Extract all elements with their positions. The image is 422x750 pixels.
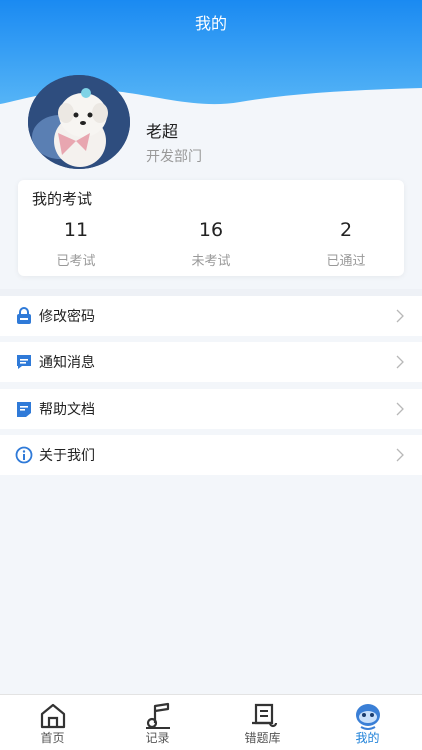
menu-item-change-password[interactable]: 修改密码: [0, 296, 422, 336]
tab-label: 首页: [40, 731, 65, 745]
stat-label: 已考试: [56, 254, 96, 269]
tab-records[interactable]: 记录: [105, 695, 210, 750]
stat-value: 16: [198, 219, 224, 241]
document-icon: [15, 400, 33, 418]
profile-icon: [356, 704, 380, 730]
exam-card: 我的考试 11 已考试 16 未考试 2 已通过: [18, 180, 404, 276]
home-icon: [40, 703, 66, 729]
chevron-right-icon: [396, 448, 404, 462]
tab-label: 记录: [145, 731, 170, 745]
chevron-right-icon: [396, 402, 404, 416]
message-icon: [15, 353, 33, 371]
chevron-right-icon: [396, 309, 404, 323]
stat-label: 已通过: [326, 254, 366, 269]
tab-wrong-questions[interactable]: 错题库: [210, 695, 315, 750]
stat-label: 未考试: [191, 254, 231, 269]
section-divider: [0, 289, 422, 296]
stat-value: 2: [339, 219, 353, 241]
menu-item-label: 通知消息: [39, 355, 95, 371]
tab-label: 错题库: [244, 731, 281, 745]
menu-item-label: 关于我们: [39, 448, 95, 464]
stat-taken[interactable]: 11 已考试: [21, 218, 131, 269]
menu-item-help-docs[interactable]: 帮助文档: [0, 389, 422, 429]
user-department: 开发部门: [146, 149, 202, 165]
info-icon: [15, 446, 33, 464]
lock-icon: [15, 307, 33, 325]
tab-home[interactable]: 首页: [0, 695, 105, 750]
record-icon: [146, 702, 170, 729]
exam-card-title: 我的考试: [32, 190, 93, 208]
menu-item-label: 修改密码: [39, 309, 95, 325]
scroll-icon: [252, 703, 278, 728]
tab-label: 我的: [355, 731, 380, 745]
stat-not-taken[interactable]: 16 未考试: [156, 218, 266, 269]
bottom-tab-bar: 首页 记录 错题库 我的: [0, 694, 422, 750]
menu-item-notifications[interactable]: 通知消息: [0, 342, 422, 382]
stat-passed[interactable]: 2 已通过: [291, 218, 401, 269]
avatar[interactable]: [28, 75, 130, 169]
menu-item-label: 帮助文档: [39, 402, 95, 418]
tab-profile[interactable]: 我的: [315, 695, 420, 750]
menu-item-about-us[interactable]: 关于我们: [0, 435, 422, 475]
chevron-right-icon: [396, 355, 404, 369]
user-name: 老超: [146, 122, 179, 141]
stat-value: 11: [63, 219, 89, 241]
page-title: 我的: [194, 14, 227, 33]
